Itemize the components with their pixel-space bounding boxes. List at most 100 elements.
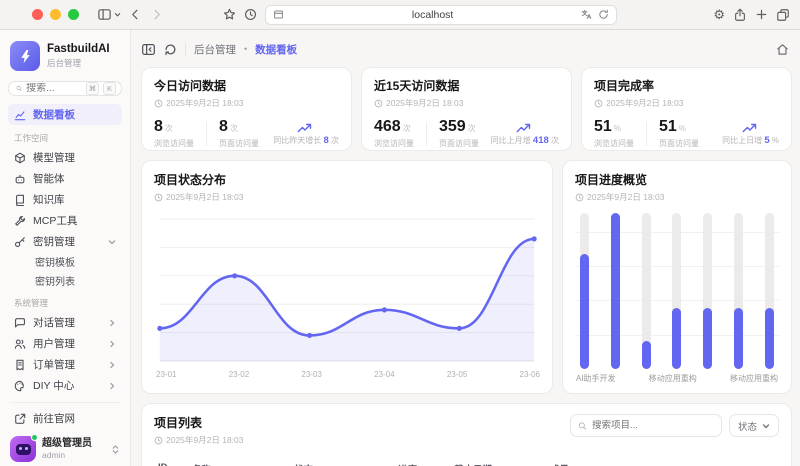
page-icon xyxy=(273,9,284,20)
metric-unit: 次 xyxy=(230,124,238,133)
trend-value: 5 xyxy=(764,135,769,146)
app-subtitle: 后台管理 xyxy=(47,57,110,69)
table-title: 项目列表 xyxy=(154,414,244,431)
sidebar-item-label: 模型管理 xyxy=(33,150,75,165)
collapse-sidebar-button[interactable] xyxy=(141,42,156,57)
bar-track xyxy=(765,213,774,369)
sidebar-item-knowledge[interactable]: 知识库 xyxy=(8,189,122,210)
address-bar[interactable]: localhost xyxy=(265,5,617,25)
app-title: FastbuildAI xyxy=(47,43,110,57)
col-status: 状态 xyxy=(294,462,398,466)
avatar xyxy=(10,436,36,462)
kbd-cmd: ⌘ xyxy=(86,82,99,95)
metric-value: 51 xyxy=(659,118,677,135)
sidebar-item-agent[interactable]: 智能体 xyxy=(8,168,122,189)
metric-value: 359 xyxy=(439,118,466,135)
status-line-chart: 项目状态分布 2025年9月2日 18:03 23-01 23-02 23-03… xyxy=(141,160,553,394)
sidebar-item-label: 密钥管理 xyxy=(33,234,75,249)
sidebar-item-chat[interactable]: 对话管理 xyxy=(8,312,122,333)
home-button[interactable] xyxy=(773,40,792,59)
sidebar-item-website[interactable]: 前往官网 xyxy=(8,408,122,429)
reload-icon[interactable] xyxy=(598,9,609,20)
sidebar-item-dashboard[interactable]: 数据看板 xyxy=(8,104,122,125)
table-date-text: 2025年9月2日 18:03 xyxy=(166,434,244,446)
sidebar-item-key-list[interactable]: 密钥列表 xyxy=(8,271,122,290)
sidebar-search[interactable]: ⌘ K xyxy=(8,81,122,96)
tab-overview-icon[interactable] xyxy=(776,8,790,22)
url-text: localhost xyxy=(290,9,575,21)
logo-icon xyxy=(10,41,40,71)
trend-up-icon xyxy=(742,122,760,133)
breadcrumb-separator: • xyxy=(244,44,247,54)
settings-gear-icon[interactable]: ⚙ xyxy=(713,8,725,21)
user-menu[interactable]: 超级管理员 admin xyxy=(8,434,122,464)
project-list-card: 项目列表 2025年9月2日 18:03 状态 ID 名称 xyxy=(141,403,792,466)
card-title: 项目完成率 xyxy=(594,77,779,94)
robot-icon xyxy=(14,173,26,185)
chevron-right-icon xyxy=(108,382,116,390)
new-tab-icon[interactable] xyxy=(755,8,768,21)
line-plot-area[interactable] xyxy=(154,209,540,369)
project-search-input[interactable] xyxy=(592,420,714,431)
minimize-window-button[interactable] xyxy=(50,9,61,20)
breadcrumb-root[interactable]: 后台管理 xyxy=(194,42,236,57)
refresh-button[interactable] xyxy=(164,43,177,56)
bar-plot-area[interactable] xyxy=(575,213,779,369)
metric-divider xyxy=(646,122,647,146)
metric-unit: 次 xyxy=(165,124,173,133)
bar-track xyxy=(611,213,620,369)
sidebar-search-input[interactable] xyxy=(26,83,82,94)
bar-fill xyxy=(672,308,681,369)
trend-block: 同比上月增 418 次 xyxy=(491,122,559,146)
search-icon xyxy=(578,421,587,431)
sidebar: FastbuildAI 后台管理 ⌘ K 数据看板 工作空间 模型管理 智能体 xyxy=(0,30,131,466)
translate-icon[interactable] xyxy=(581,9,592,20)
chevron-down-icon xyxy=(762,422,770,430)
sidebar-item-label: 智能体 xyxy=(33,171,65,186)
stat-card-15day-visits: 近15天访问数据 2025年9月2日 18:03 468次浏览访问量 359次页… xyxy=(361,67,572,151)
external-link-icon xyxy=(14,413,26,425)
clock-icon xyxy=(594,99,603,108)
metric-unit: % xyxy=(679,124,686,133)
sidebar-item-users[interactable]: 用户管理 xyxy=(8,333,122,354)
receipt-icon xyxy=(14,359,26,371)
section-system: 系统管理 xyxy=(14,297,116,309)
metric-label: 页面访问量 xyxy=(219,138,259,149)
metric-value: 8 xyxy=(219,118,228,135)
browser-sidebar-toggle[interactable] xyxy=(97,7,121,22)
metric-divider xyxy=(206,122,207,146)
sidebar-item-key-template[interactable]: 密钥模板 xyxy=(8,252,122,271)
progress-bar-chart: 项目进度概览 2025年9月2日 18:03 AI助手开发 移动应用重构 移动应… xyxy=(562,160,792,394)
bar-track xyxy=(580,213,589,369)
sidebar-item-mcp[interactable]: MCP工具 xyxy=(8,210,122,231)
bar-fill xyxy=(765,308,774,369)
bookmark-icon[interactable] xyxy=(223,8,236,21)
col-members: 成员 xyxy=(550,462,775,466)
bar-x-axis-labels: AI助手开发 移动应用重构 移动应用重构 xyxy=(575,373,779,384)
x-tick: 移动应用重构 xyxy=(649,373,697,384)
window-controls xyxy=(32,9,79,20)
maximize-window-button[interactable] xyxy=(68,9,79,20)
chevron-right-icon xyxy=(108,340,116,348)
breadcrumb-current[interactable]: 数据看板 xyxy=(255,42,297,57)
history-icon[interactable] xyxy=(244,8,257,21)
status-filter-dropdown[interactable]: 状态 xyxy=(729,414,779,437)
stat-card-today-visits: 今日访问数据 2025年9月2日 18:03 8次浏览访问量 8次页面访问量 同… xyxy=(141,67,352,151)
forward-button[interactable] xyxy=(150,8,163,21)
sidebar-item-model[interactable]: 模型管理 xyxy=(8,147,122,168)
x-tick: 23-03 xyxy=(301,370,321,379)
project-search[interactable] xyxy=(570,414,722,437)
share-icon[interactable] xyxy=(733,8,747,22)
sidebar-item-keys[interactable]: 密钥管理 xyxy=(8,231,122,252)
sidebar-item-diy[interactable]: DIY 中心 xyxy=(8,375,122,396)
metric-label: 浏览访问量 xyxy=(594,138,634,149)
col-deadline: 截止日期 xyxy=(454,462,550,466)
trend-value: 8 xyxy=(323,135,328,146)
back-button[interactable] xyxy=(129,8,142,21)
chevron-up-down-icon xyxy=(111,444,120,455)
card-title: 今日访问数据 xyxy=(154,77,339,94)
close-window-button[interactable] xyxy=(32,9,43,20)
sidebar-item-label: 前往官网 xyxy=(33,411,75,426)
sidebar-item-orders[interactable]: 订单管理 xyxy=(8,354,122,375)
trend-text: 同比上日增 xyxy=(722,136,762,145)
